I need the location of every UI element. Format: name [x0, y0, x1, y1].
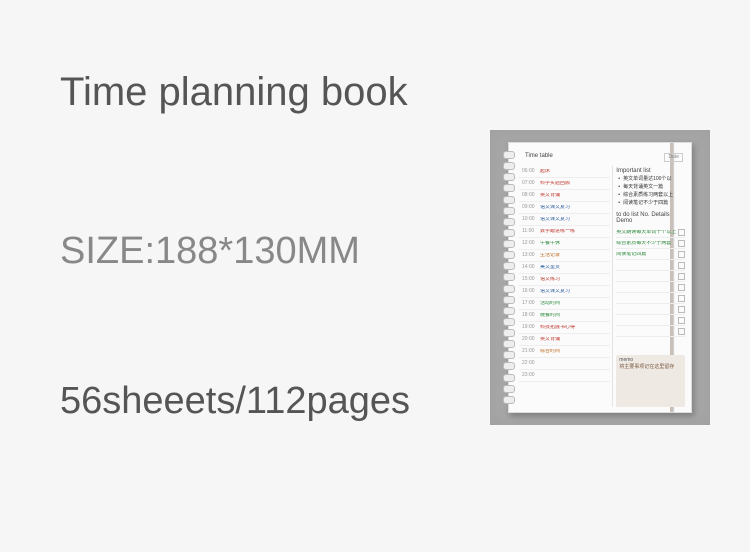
time-row: 23:00	[519, 370, 610, 382]
spiral-binding	[503, 151, 513, 404]
time-row: 09:00语文课文复习	[519, 202, 610, 214]
time-row: 06:00起床	[519, 166, 610, 178]
todo-item	[616, 304, 685, 315]
time-row: 16:00语文课文复习	[519, 286, 610, 298]
important-list: 英文单词量达100个以每天背诵英文一篇综合素质练习两套以上阅读笔记不少于四篇	[616, 177, 685, 209]
time-row: 17:00活动时间	[519, 298, 610, 310]
time-table-header: Time table	[525, 153, 553, 162]
sheets-spec: 56sheeets/112pages	[60, 380, 410, 423]
important-item: 每天背诵英文一篇	[616, 185, 685, 190]
time-row: 13:00生活记录	[519, 250, 610, 262]
todo-item	[616, 315, 685, 326]
important-list-header: Important list	[616, 168, 685, 174]
time-row: 14:00美文鉴赏	[519, 262, 610, 274]
date-box: Date	[664, 153, 683, 162]
important-item: 阅读笔记不少于四篇	[616, 201, 685, 206]
important-item: 综合素质练习两套以上	[616, 193, 685, 198]
time-row: 10:00语文课文复习	[519, 214, 610, 226]
right-column: Important list 英文单词量达100个以每天背诵英文一篇综合素质练习…	[613, 166, 685, 407]
time-row: 15:00语文练习	[519, 274, 610, 286]
todo-header: to do list No. Details Demo	[616, 212, 685, 224]
memo-header: memo	[619, 358, 682, 363]
time-table-column: 06:00起床07:00科学实验回顾08:00英文背诵09:00语文课文复习10…	[519, 166, 613, 407]
time-row: 07:00科学实验回顾	[519, 178, 610, 190]
todo-list: 英文朗读每天单词十个以上综合素质每天不少于两套阅读笔记四篇	[616, 227, 685, 337]
notebook: Time table Date 06:00起床07:00科学实验回顾08:00英…	[508, 142, 692, 413]
todo-item: 英文朗读每天单词十个以上	[616, 227, 685, 238]
time-row: 11:00数学跟进练一练	[519, 226, 610, 238]
todo-item	[616, 260, 685, 271]
todo-item	[616, 326, 685, 337]
time-row: 22:00	[519, 358, 610, 370]
time-row: 21:00综合时间	[519, 346, 610, 358]
important-item: 英文单词量达100个以	[616, 177, 685, 182]
notebook-page: Time table Date 06:00起床07:00科学实验回顾08:00英…	[519, 149, 685, 406]
todo-item	[616, 271, 685, 282]
product-photo: Time table Date 06:00起床07:00科学实验回顾08:00英…	[490, 130, 710, 425]
todo-item: 阅读笔记四篇	[616, 249, 685, 260]
time-row: 20:00英文背诵	[519, 334, 610, 346]
size-spec: SIZE:188*130MM	[60, 230, 360, 273]
todo-item	[616, 282, 685, 293]
time-row: 19:00科技拓展书心得	[519, 322, 610, 334]
memo-box: memo 将主要事项记在这里留存	[616, 355, 685, 407]
todo-item	[616, 293, 685, 304]
time-row: 12:00午餐午休	[519, 238, 610, 250]
todo-item: 综合素质每天不少于两套	[616, 238, 685, 249]
memo-text: 将主要事项记在这里留存	[619, 365, 682, 370]
time-row: 08:00英文背诵	[519, 190, 610, 202]
product-title: Time planning book	[60, 70, 408, 115]
time-row: 18:00晚餐时间	[519, 310, 610, 322]
